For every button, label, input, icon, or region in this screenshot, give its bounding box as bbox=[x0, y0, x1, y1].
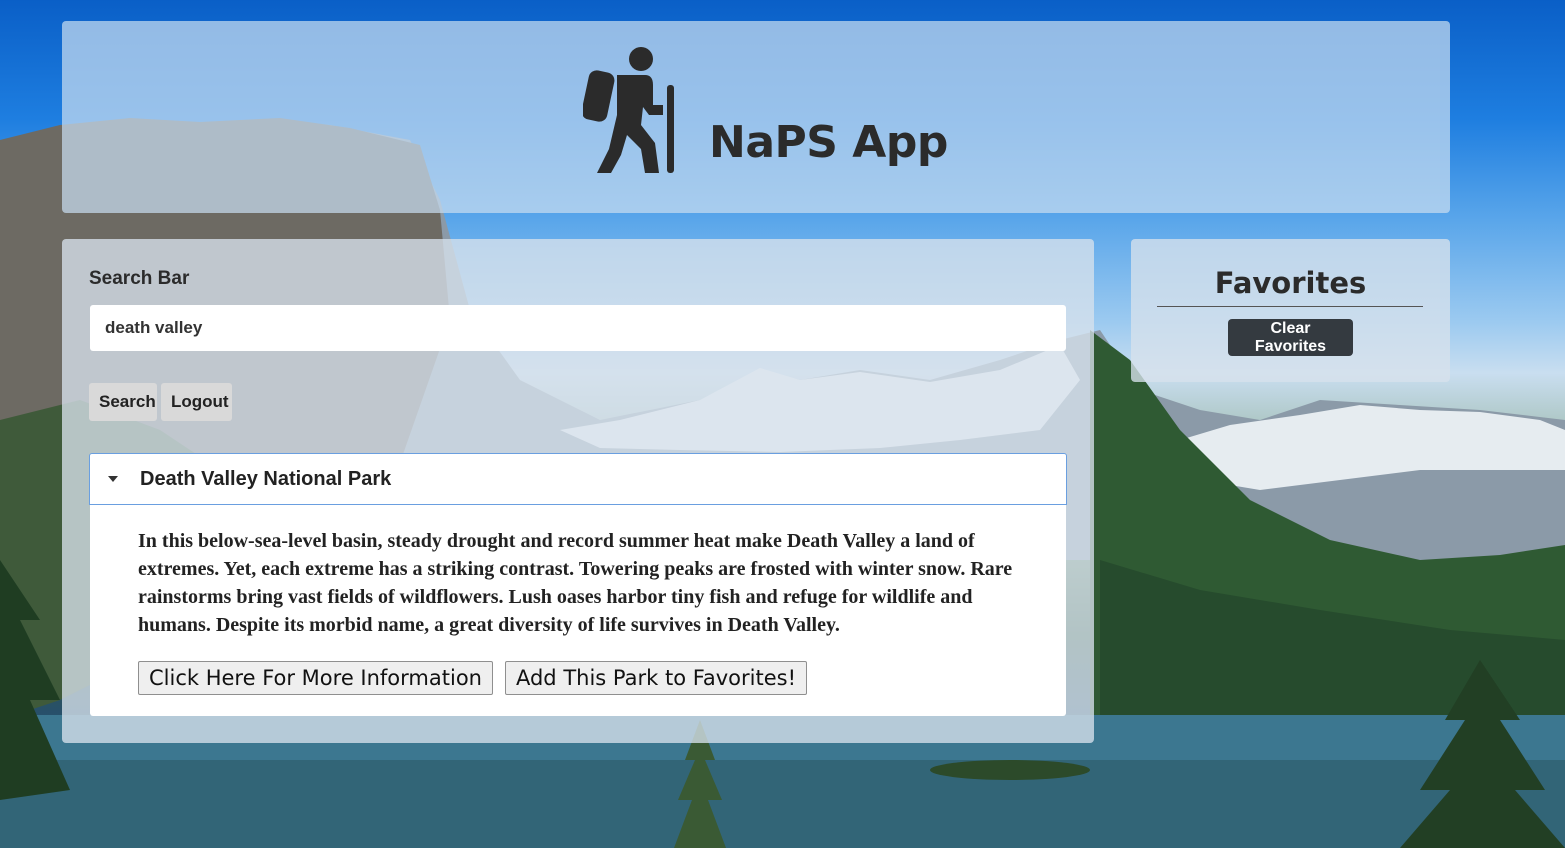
more-info-button[interactable]: Click Here For More Information bbox=[138, 661, 493, 695]
add-favorite-button[interactable]: Add This Park to Favorites! bbox=[504, 661, 807, 695]
favorites-divider bbox=[1157, 306, 1423, 307]
app-title: NaPS App bbox=[709, 117, 948, 168]
caret-down-icon bbox=[108, 476, 118, 482]
logout-button[interactable]: Logout bbox=[161, 383, 232, 421]
hiker-icon bbox=[581, 45, 681, 178]
park-description: In this below-sea-level basin, steady dr… bbox=[138, 530, 1013, 636]
park-accordion-body: In this below-sea-level basin, steady dr… bbox=[90, 505, 1066, 716]
app-logo: NaPS App bbox=[581, 45, 948, 178]
favorites-title: Favorites bbox=[1214, 266, 1367, 300]
search-bar-label: Search Bar bbox=[89, 268, 190, 289]
park-accordion-header[interactable]: Death Valley National Park bbox=[89, 453, 1067, 505]
search-input[interactable] bbox=[90, 305, 1066, 351]
clear-favorites-button[interactable]: Clear Favorites bbox=[1228, 319, 1353, 356]
park-name: Death Valley National Park bbox=[140, 467, 392, 490]
favorites-panel bbox=[1131, 239, 1450, 382]
park-actions: Click Here For More Information Add This… bbox=[138, 661, 1018, 695]
search-button[interactable]: Search bbox=[89, 383, 157, 421]
